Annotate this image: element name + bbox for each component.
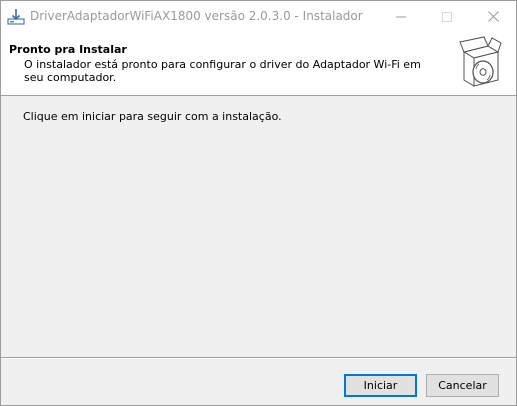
close-icon: [487, 11, 499, 22]
maximize-button: [424, 1, 470, 32]
cancel-button[interactable]: Cancelar: [426, 374, 499, 397]
software-box-disc-icon: [459, 36, 502, 87]
window-title: DriverAdaptadorWiFiAX1800 versão 2.0.3.0…: [30, 9, 363, 23]
close-button[interactable]: [470, 1, 516, 32]
page-title: Pronto pra Instalar: [9, 43, 127, 56]
instruction-text: Clique em iniciar para seguir com a inst…: [23, 110, 282, 123]
installer-download-icon: [7, 9, 25, 25]
wizard-header: Pronto pra Instalar O instalador está pr…: [1, 32, 516, 96]
title-bar[interactable]: DriverAdaptadorWiFiAX1800 versão 2.0.3.0…: [1, 1, 516, 32]
minimize-icon: [396, 16, 406, 17]
page-description: O instalador está pronto para configurar…: [24, 58, 421, 84]
installer-window: DriverAdaptadorWiFiAX1800 versão 2.0.3.0…: [0, 0, 517, 406]
footer-divider: [1, 357, 516, 359]
install-button[interactable]: Iniciar: [344, 374, 417, 397]
wizard-content: Clique em iniciar para seguir com a inst…: [1, 96, 516, 356]
maximize-icon: [442, 11, 452, 22]
minimize-button[interactable]: [378, 1, 424, 32]
